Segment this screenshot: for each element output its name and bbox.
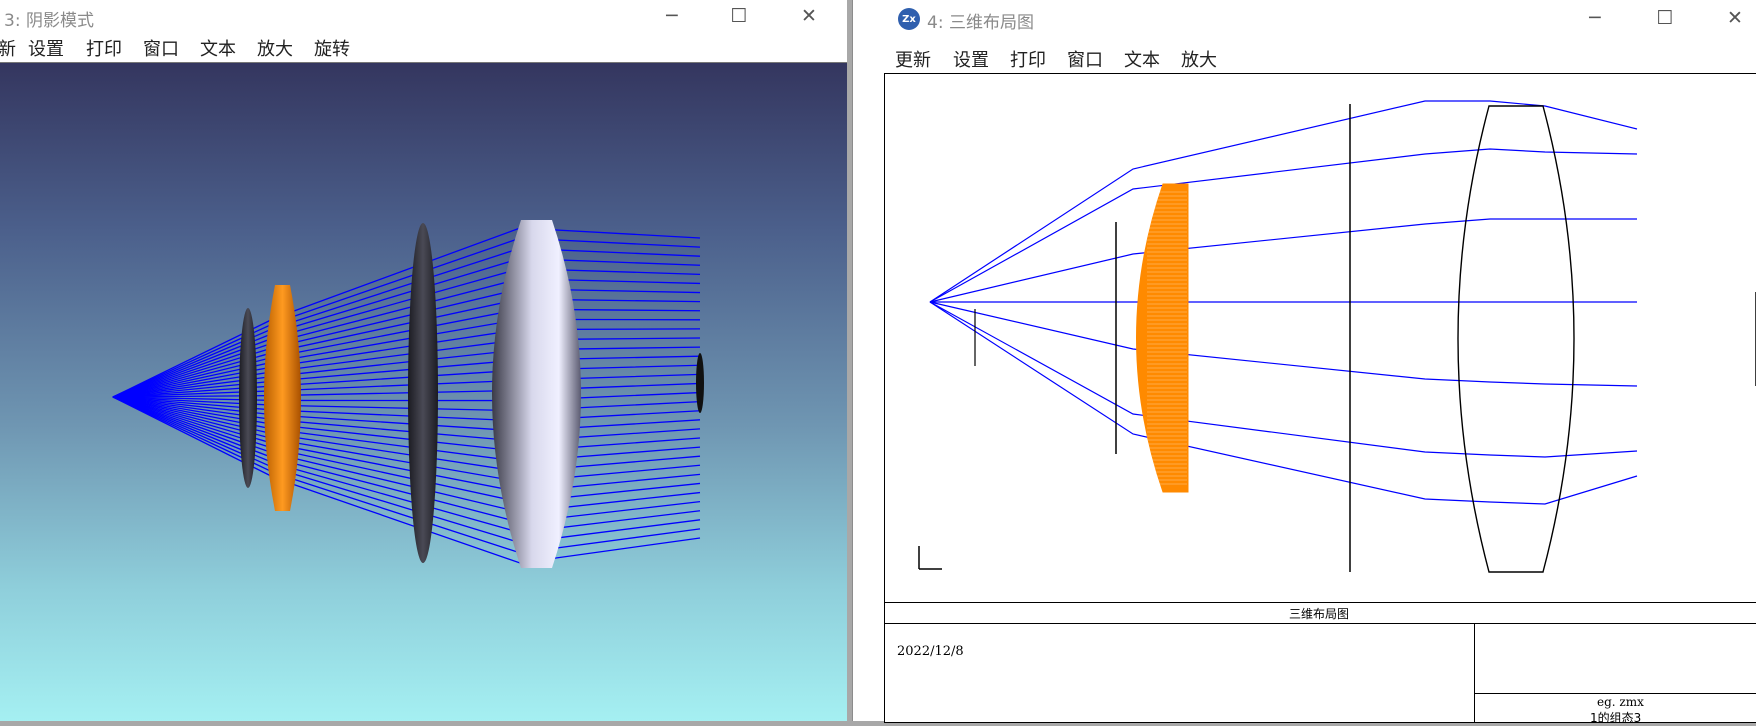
layout-plot-area[interactable] [884,73,1756,604]
layout-ray [929,301,1638,458]
title-bar[interactable]: Zx 4: 三维布局图 ─ ☐ ✕ [853,0,1756,36]
menu-print[interactable]: 打印 [1010,46,1046,72]
window-title: 4: 三维布局图 [927,13,1034,33]
config-label: 1的组态3 [1590,711,1642,725]
menu-zoom[interactable]: 放大 [1181,46,1217,72]
window-title: 3: 阴影模式 [4,11,94,31]
ray-line [112,308,701,398]
menu-rotate[interactable]: 旋转 [314,35,350,61]
info-block-left: 2022/12/8 [884,623,1476,723]
axis-indicator [918,546,942,570]
menu-text[interactable]: 文本 [1124,46,1160,72]
ray-line [112,227,701,398]
shaded-model-window: 3: 阴影模式 ─ ☐ ✕ 新 设置 打印 窗口 文本 放大 旋转 [0,0,847,721]
menu-print[interactable]: 打印 [86,35,122,61]
layout-ray [929,100,1638,303]
ray-line [112,396,701,564]
layout-ray [929,301,1638,387]
menu-settings[interactable]: 设置 [953,46,989,72]
orange-lens [1136,183,1189,493]
biconvex-lens [1457,105,1575,573]
file-name: eg. zmx [1597,695,1644,709]
menu-bar: 新 设置 打印 窗口 文本 放大 旋转 [0,32,847,60]
lens-element-1 [239,308,257,488]
shaded-lens-render [112,220,704,568]
close-button[interactable]: ✕ [787,2,831,30]
zemax-icon: Zx [898,8,920,30]
ray-line [112,396,701,503]
info-block-right-top [1474,623,1756,695]
layout-ray [929,301,1638,505]
ray-line [112,278,701,398]
image-plane [696,353,704,413]
title-bar[interactable]: 3: 阴影模式 ─ ☐ ✕ [0,0,847,36]
lens-element-2-orange [264,285,301,511]
maximize-button[interactable]: ☐ [717,2,761,30]
menu-text[interactable]: 文本 [200,35,236,61]
ray-line [112,257,701,398]
layout-ray [929,148,1638,303]
menu-settings[interactable]: 设置 [28,35,64,61]
menu-update[interactable]: 新 [0,35,16,61]
menu-window[interactable]: 窗口 [1067,46,1103,72]
lens-element-3 [408,223,438,563]
minimize-button[interactable]: ─ [1573,4,1617,32]
layout-ray-bundle [929,100,1638,505]
minimize-button[interactable]: ─ [650,2,694,30]
layout-drawing [918,100,1756,573]
ray-bundle [112,227,701,564]
menu-zoom[interactable]: 放大 [257,35,293,61]
shaded-viewport[interactable] [0,62,847,721]
plot-title: 三维布局图 [1289,607,1350,621]
close-button[interactable]: ✕ [1713,4,1756,32]
layout-ray [929,218,1637,303]
menu-window[interactable]: 窗口 [143,35,179,61]
maximize-button[interactable]: ☐ [1643,4,1687,32]
menu-bar: 更新 设置 打印 窗口 文本 放大 [853,43,1756,71]
plot-date: 2022/12/8 [897,644,964,659]
info-block-right-bottom: eg. zmx 1的组态3 [1474,693,1756,725]
plot-title-bar: 三维布局图 [884,602,1756,625]
menu-update[interactable]: 更新 [895,46,931,72]
